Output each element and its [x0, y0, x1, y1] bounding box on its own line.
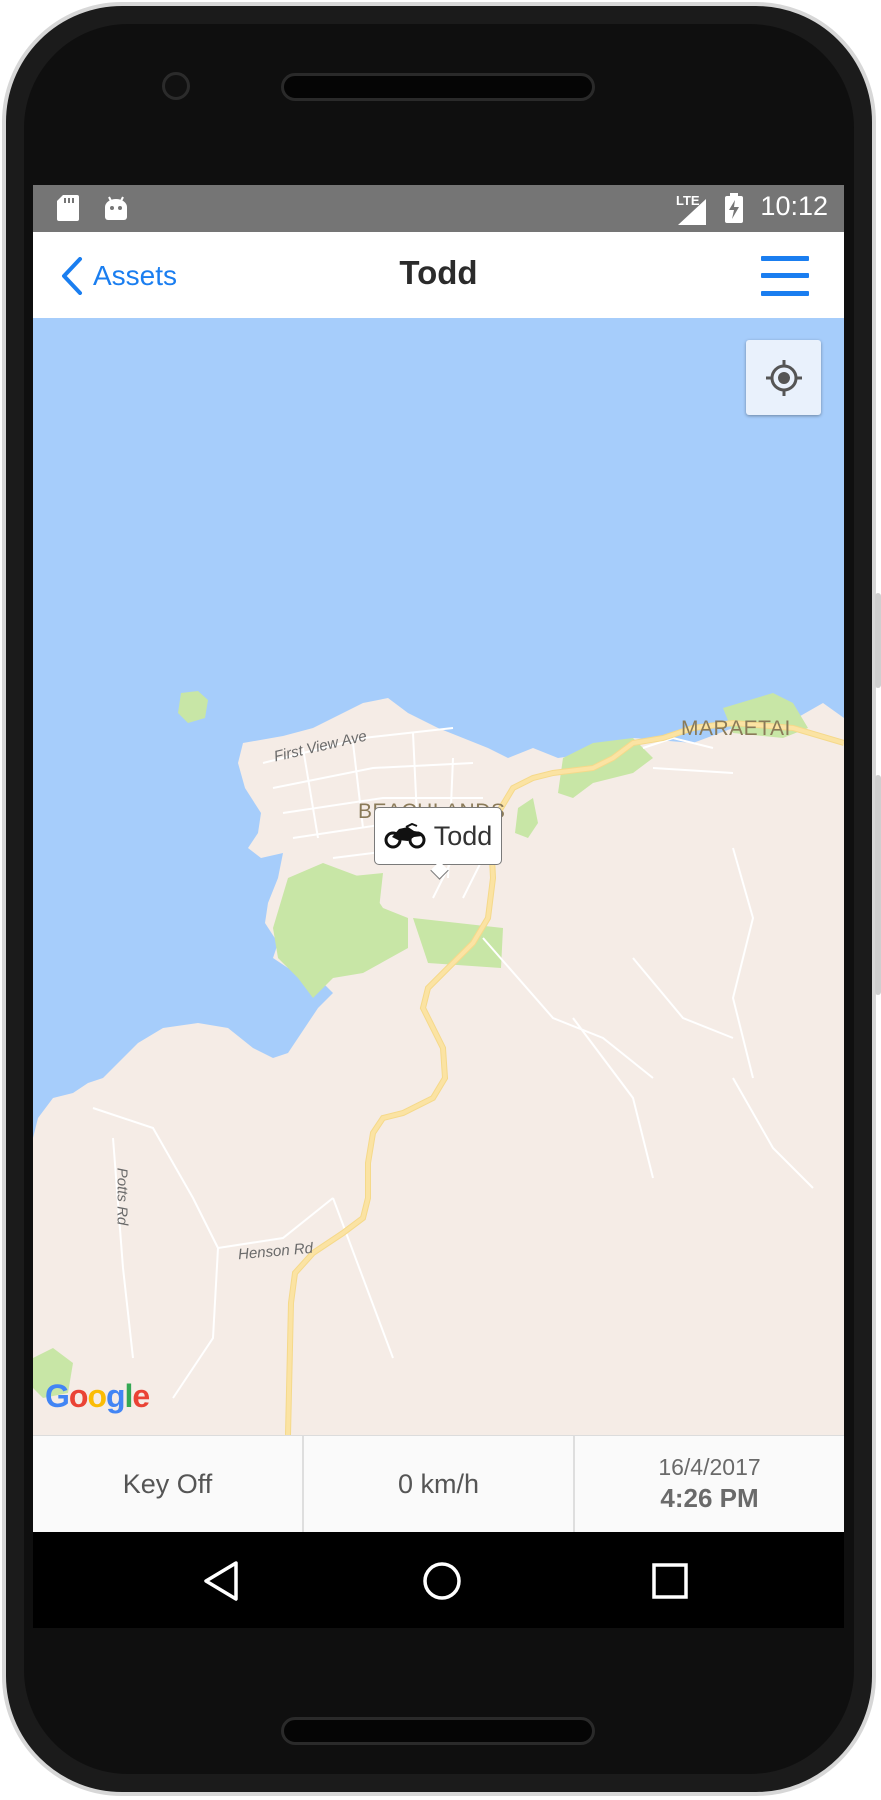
- speed-cell: 0 km/h: [304, 1436, 575, 1532]
- motorcycle-icon: [384, 823, 426, 849]
- map-view[interactable]: First View Ave Potts Rd Henson Rd MARAET…: [33, 318, 844, 1435]
- page-title: Todd: [399, 254, 478, 291]
- android-icon: [105, 196, 127, 220]
- timestamp-cell: 16/4/2017 4:26 PM: [575, 1436, 844, 1532]
- sd-card-icon: [57, 195, 79, 221]
- asset-marker[interactable]: Todd: [374, 807, 502, 865]
- asset-marker-label: Todd: [433, 820, 493, 851]
- front-camera: [162, 72, 190, 100]
- home-circle-icon[interactable]: [419, 1558, 465, 1604]
- phone-side-button: [875, 775, 881, 995]
- last-update-date: 16/4/2017: [658, 1454, 761, 1480]
- speed-value: 0 km/h: [397, 1468, 480, 1499]
- my-location-icon: [765, 359, 802, 396]
- last-update-time: 4:26 PM: [660, 1483, 759, 1513]
- back-triangle-icon[interactable]: [198, 1558, 244, 1604]
- system-nav-bar: [33, 1532, 844, 1628]
- ignition-status: Key Off: [122, 1468, 213, 1499]
- status-bar: LTE 10:12: [33, 185, 844, 232]
- bottom-speaker: [281, 1717, 595, 1745]
- signal-icon: [678, 199, 706, 225]
- status-time: 10:12: [760, 191, 828, 221]
- recents-square-icon[interactable]: [647, 1558, 693, 1604]
- top-speaker: [281, 73, 595, 101]
- phone-side-button: [875, 593, 881, 688]
- road-label: Potts Rd: [113, 1167, 131, 1226]
- hamburger-menu-icon[interactable]: [761, 256, 809, 296]
- google-attribution-logo: Google: [45, 1378, 150, 1414]
- app-bar: Assets Todd: [33, 232, 844, 318]
- asset-info-bar: Key Off 0 km/h 16/4/2017 4:26 PM: [33, 1435, 844, 1532]
- battery-charging-icon: [725, 193, 743, 223]
- my-location-button[interactable]: [746, 340, 821, 415]
- app-screen: LTE 10:12 Assets Todd First View Ave Pot…: [33, 185, 844, 1628]
- ignition-status-cell: Key Off: [33, 1436, 304, 1532]
- place-label: MARAETAI: [681, 717, 791, 740]
